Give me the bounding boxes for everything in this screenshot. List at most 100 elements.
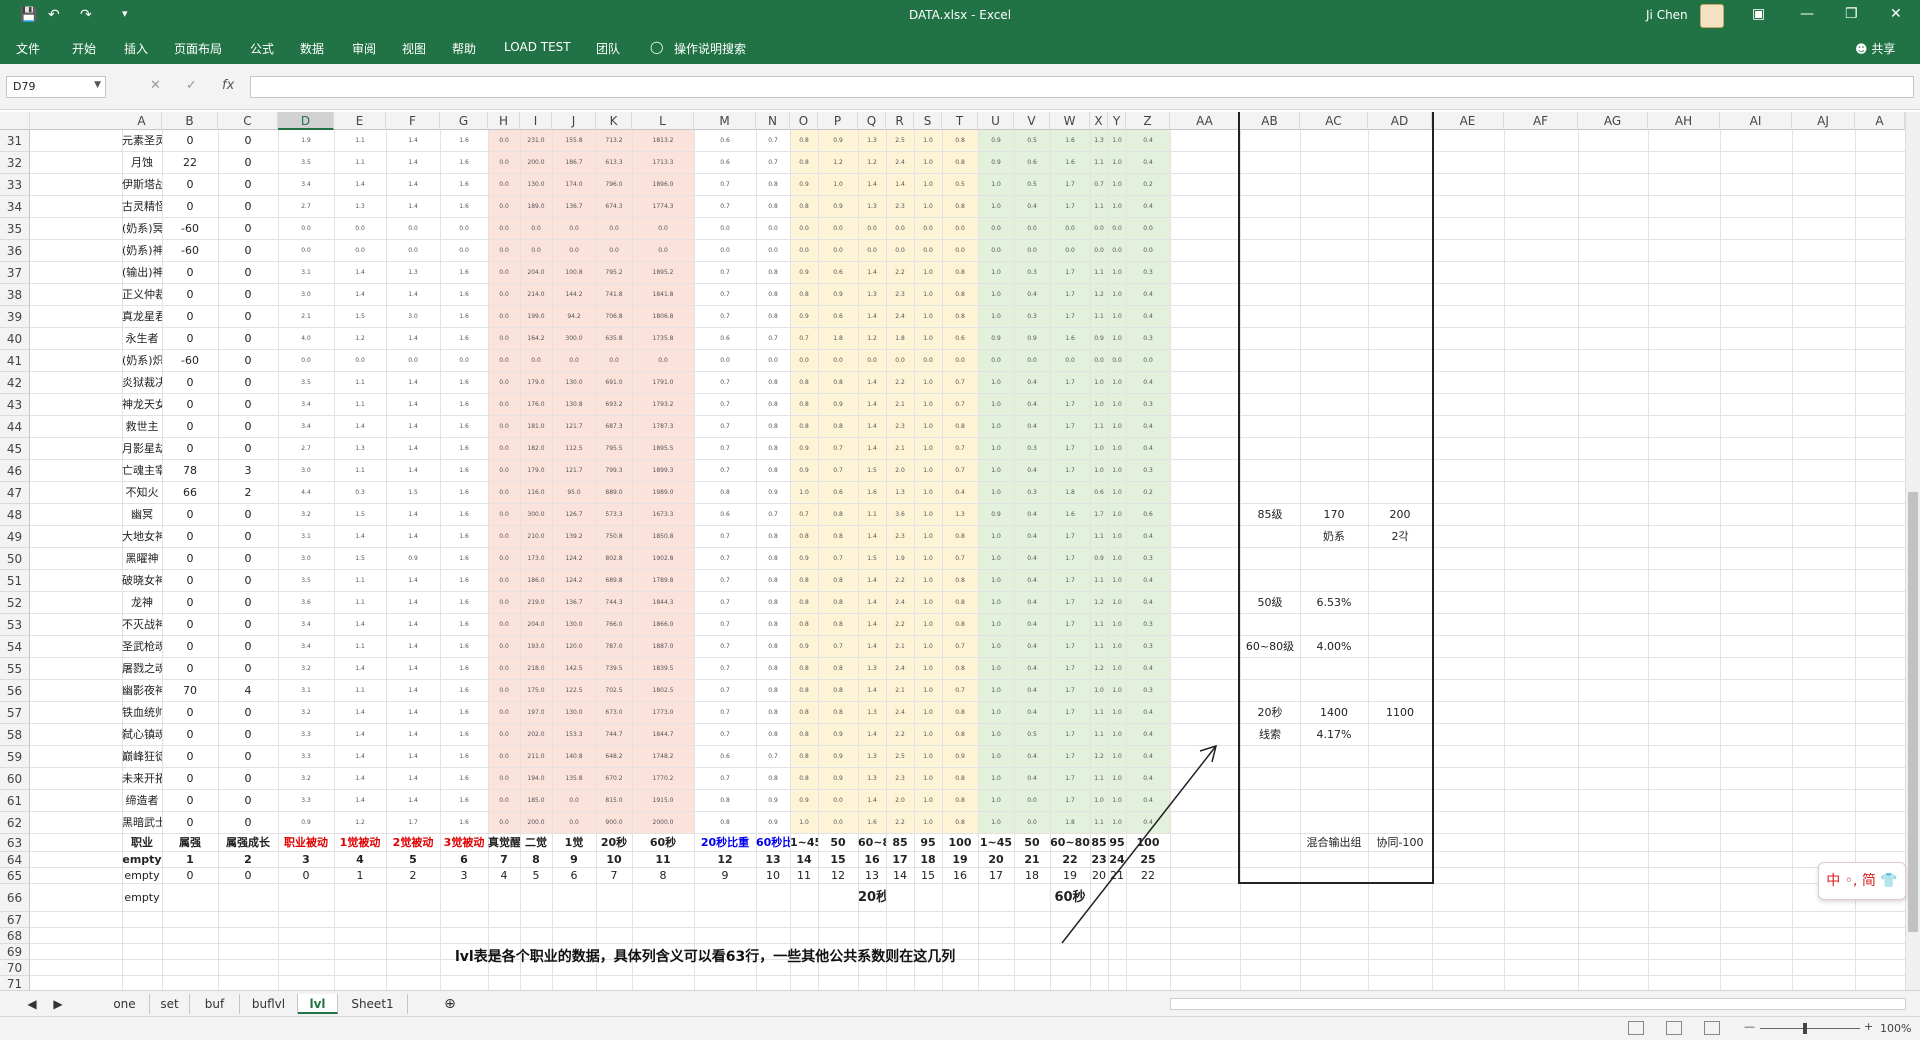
cell[interactable]: 1.4	[858, 790, 886, 812]
cell[interactable]: 1.1	[1090, 196, 1108, 218]
cell[interactable]: 0.0	[818, 218, 858, 240]
cell[interactable]: 0.0	[488, 614, 520, 636]
column-header[interactable]: AE	[1432, 112, 1504, 130]
cell[interactable]: 0.8	[942, 702, 978, 724]
row-header[interactable]: 50	[0, 548, 30, 570]
row-header[interactable]: 68	[0, 928, 30, 944]
cell[interactable]: 0.8	[942, 526, 978, 548]
cell[interactable]: 0.0	[596, 350, 632, 372]
cell[interactable]: 1.0	[818, 174, 858, 196]
cell[interactable]: 0.8	[818, 504, 858, 526]
cell[interactable]: 1.7	[1090, 504, 1108, 526]
cell[interactable]: 1.9	[886, 548, 914, 570]
cell[interactable]: 116.0	[520, 482, 552, 504]
cell[interactable]: 0.0	[488, 812, 520, 834]
cell[interactable]: 1.0	[1090, 680, 1108, 702]
cell[interactable]: 1915.0	[632, 790, 694, 812]
cell[interactable]: 1.0	[1108, 768, 1126, 790]
cell[interactable]: 18	[1014, 868, 1050, 884]
cell[interactable]: 0.0	[914, 240, 942, 262]
row-header[interactable]: 32	[0, 152, 30, 174]
cell[interactable]: 10	[756, 868, 790, 884]
cell[interactable]: 0.3	[334, 482, 386, 504]
cell[interactable]: 1.7	[1050, 548, 1090, 570]
cell[interactable]: 0.3	[1126, 636, 1170, 658]
cell[interactable]: 795.2	[596, 262, 632, 284]
cell[interactable]: 0.0	[488, 328, 520, 350]
cell[interactable]: 0.0	[790, 350, 818, 372]
cell[interactable]: 0.4	[1126, 724, 1170, 746]
cell[interactable]: 1.4	[386, 746, 440, 768]
row-header[interactable]: 48	[0, 504, 30, 526]
cell[interactable]: 0.4	[1126, 746, 1170, 768]
cell[interactable]: 1.0	[978, 812, 1014, 834]
cell[interactable]: 0	[218, 768, 278, 790]
cell[interactable]: 1.0	[978, 790, 1014, 812]
cell[interactable]: 1.6	[440, 416, 488, 438]
cell[interactable]: 0	[218, 196, 278, 218]
cell[interactable]: 1.7	[1050, 526, 1090, 548]
cell[interactable]: 155.8	[552, 130, 596, 152]
row-header[interactable]: 57	[0, 702, 30, 724]
column-header[interactable]: AI	[1720, 112, 1792, 130]
cell[interactable]: 0.7	[694, 526, 756, 548]
cell[interactable]: 1.4	[334, 658, 386, 680]
cell[interactable]: 2.1	[886, 680, 914, 702]
cell[interactable]: 0.8	[756, 196, 790, 218]
vertical-scrollbar[interactable]	[1905, 112, 1920, 990]
horizontal-scrollbar[interactable]	[1170, 998, 1906, 1010]
cell[interactable]: 不灭战神	[122, 614, 162, 636]
cell[interactable]: 3.0	[278, 548, 334, 570]
cell[interactable]: 0.0	[790, 218, 818, 240]
cell[interactable]: 1787.3	[632, 416, 694, 438]
cell[interactable]: 1.7	[1050, 702, 1090, 724]
cell[interactable]: 0.7	[694, 306, 756, 328]
cell[interactable]: 1.4	[386, 680, 440, 702]
cell[interactable]: 1.4	[858, 592, 886, 614]
cell[interactable]: 2.1	[886, 438, 914, 460]
cell[interactable]: 1.4	[334, 416, 386, 438]
cell[interactable]: 0	[162, 592, 218, 614]
cell[interactable]: 1.6	[440, 306, 488, 328]
cell[interactable]: 5	[520, 868, 552, 884]
cell[interactable]: 1.6	[440, 790, 488, 812]
share-button[interactable]: ☻ 共享	[1855, 40, 1895, 57]
cell[interactable]: 0.8	[790, 614, 818, 636]
cell[interactable]: 1.0	[1108, 526, 1126, 548]
cell[interactable]: 1.3	[886, 482, 914, 504]
cell[interactable]: 15	[818, 852, 858, 868]
cell[interactable]: 0.0	[1108, 218, 1126, 240]
cell[interactable]: (输出)神思者	[122, 262, 162, 284]
cell[interactable]: 3.4	[278, 636, 334, 658]
cell[interactable]: 1.5	[334, 504, 386, 526]
cell[interactable]: 0.4	[1014, 372, 1050, 394]
cell[interactable]: 0	[218, 812, 278, 834]
cell[interactable]: 1.4	[386, 504, 440, 526]
cell[interactable]: 0.0	[1014, 218, 1050, 240]
cell[interactable]: 1.0	[914, 790, 942, 812]
cell[interactable]: 19	[942, 852, 978, 868]
cell[interactable]: 0.0	[278, 350, 334, 372]
cell[interactable]: 24	[1108, 852, 1126, 868]
cell[interactable]: 78	[162, 460, 218, 482]
cell[interactable]: 121.7	[552, 460, 596, 482]
cell[interactable]: 0.4	[1014, 768, 1050, 790]
cell[interactable]: 0.4	[1014, 702, 1050, 724]
cell[interactable]: 1.4	[386, 636, 440, 658]
cell[interactable]: 0.0	[488, 636, 520, 658]
row-header[interactable]: 67	[0, 912, 30, 928]
cell[interactable]: 1.7	[1050, 614, 1090, 636]
cell[interactable]: 17	[978, 868, 1014, 884]
cell[interactable]: 9	[694, 868, 756, 884]
ribbon-display-icon[interactable]: ▣	[1752, 6, 1765, 22]
cell[interactable]: 0.9	[978, 130, 1014, 152]
cell[interactable]: 铁血统帅	[122, 702, 162, 724]
cell[interactable]: 20秒比重	[694, 834, 756, 852]
cell[interactable]: 1.0	[1108, 394, 1126, 416]
cell[interactable]: 0.0	[914, 218, 942, 240]
cell[interactable]: 0.4	[1014, 504, 1050, 526]
cell[interactable]: 1.0	[978, 438, 1014, 460]
cell[interactable]: 1.6	[440, 570, 488, 592]
cell[interactable]: 1.1	[1090, 614, 1108, 636]
cell[interactable]: 0.7	[694, 416, 756, 438]
